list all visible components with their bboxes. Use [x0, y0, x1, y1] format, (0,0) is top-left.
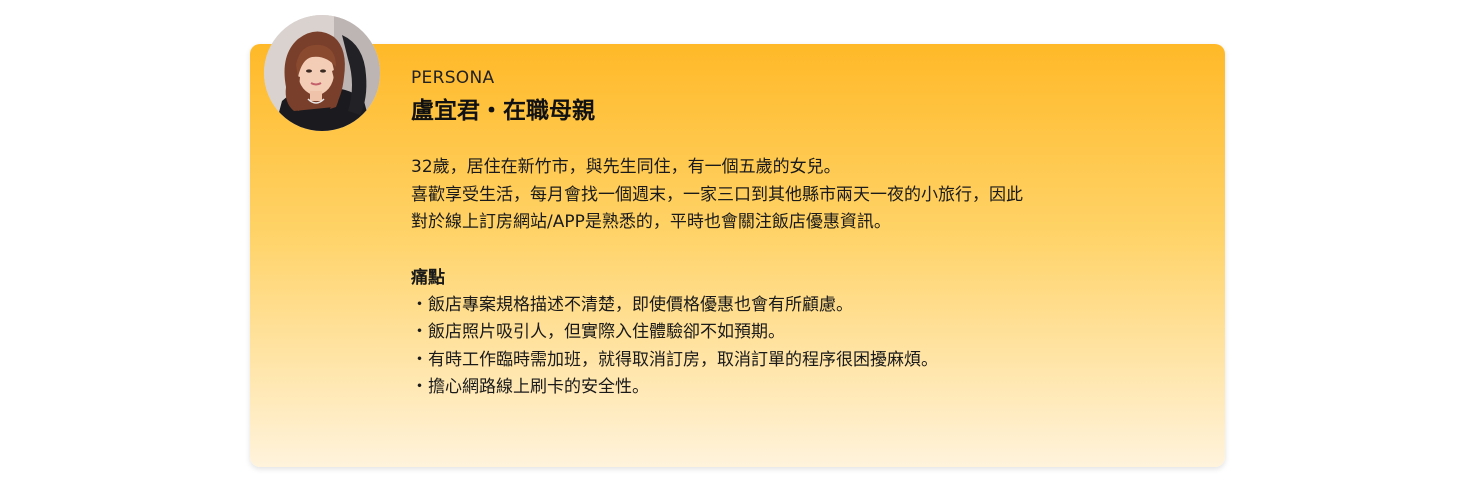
persona-title: 盧宜君・在職母親	[411, 98, 595, 124]
pain-points-list: ・飯店專案規格描述不清楚，即使價格優惠也會有所顧慮。 ・飯店照片吸引人，但實際入…	[411, 292, 1171, 402]
pain-point-item: ・飯店專案規格描述不清楚，即使價格優惠也會有所顧慮。	[411, 294, 853, 315]
pain-point-item: ・飯店照片吸引人，但實際入住體驗卻不如預期。	[411, 322, 785, 342]
avatar-photo	[264, 15, 380, 131]
persona-bio: 32歲，居住在新竹市，與先生同住，有一個五歲的女兒。 喜歡享受生活，每月會找一個…	[411, 154, 1171, 237]
bio-line: 喜歡享受生活，每月會找一個週末，一家三口到其他縣市兩天一夜的小旅行，因此	[411, 184, 1023, 205]
pain-point-item: ・有時工作臨時需加班，就得取消訂房，取消訂單的程序很困擾麻煩。	[411, 349, 938, 370]
bio-line: 32歲，居住在新竹市，與先生同住，有一個五歲的女兒。	[411, 157, 841, 177]
avatar	[264, 15, 380, 131]
pain-points-title: 痛點	[411, 267, 445, 288]
pain-point-item: ・擔心網路線上刷卡的安全性。	[411, 377, 649, 397]
persona-label: PERSONA	[411, 68, 495, 88]
persona-content: PERSONA 盧宜君・在職母親 32歲，居住在新竹市，與先生同住，有一個五歲的…	[411, 66, 1171, 402]
bio-line: 對於線上訂房網站/APP是熟悉的，平時也會關注飯店優惠資訊。	[411, 212, 891, 232]
